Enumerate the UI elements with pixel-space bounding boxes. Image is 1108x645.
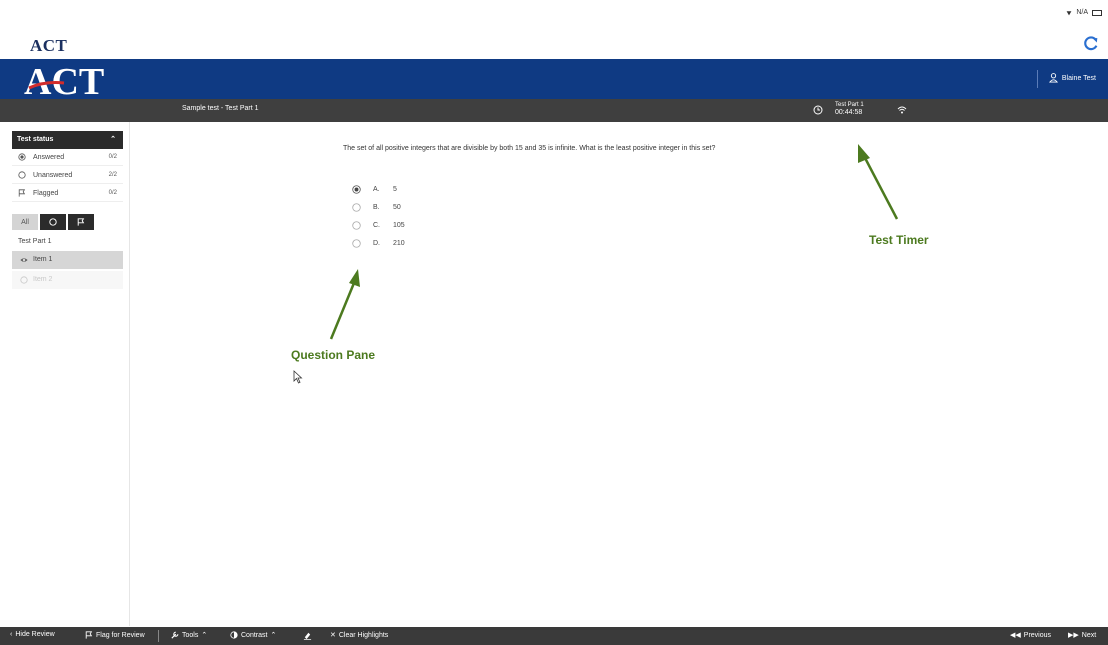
- status-unanswered[interactable]: Unanswered 2/2: [12, 168, 123, 184]
- item-label: Item 1: [33, 256, 53, 263]
- battery-icon: [1092, 9, 1102, 16]
- previous-label: Previous: [1023, 631, 1052, 639]
- circle-icon: [49, 218, 57, 226]
- timer-part-label: Test Part 1: [835, 102, 864, 108]
- header-separator: [1037, 70, 1038, 88]
- system-status: N/A: [1066, 9, 1102, 16]
- answer-option-d[interactable]: D. 210: [352, 238, 432, 250]
- timer-value: 00:44:58: [835, 109, 863, 116]
- wifi-icon: [897, 106, 907, 114]
- status-count: 0/2: [108, 154, 117, 160]
- answer-option-a[interactable]: A. 5: [352, 184, 432, 196]
- option-value: 5: [393, 186, 397, 193]
- status-flagged[interactable]: Flagged 0/2: [12, 186, 123, 202]
- refresh-icon[interactable]: [1082, 34, 1100, 52]
- bottom-toolbar: ‹ Hide Review Flag for Review Tools ⌃ Co…: [0, 627, 1108, 645]
- question-prompt: The set of all positive integers that ar…: [343, 145, 716, 152]
- status-answered[interactable]: Answered 0/2: [12, 150, 123, 166]
- test-status-header[interactable]: Test status ⌃: [12, 131, 123, 149]
- radio-empty-icon[interactable]: [352, 203, 361, 212]
- act-logo-text: ACT: [24, 61, 104, 99]
- radio-empty-icon[interactable]: [352, 221, 361, 230]
- item-label: Item 2: [33, 276, 53, 283]
- mouse-cursor-icon: [293, 370, 303, 384]
- item-filter-group: All: [12, 214, 94, 230]
- option-value: 50: [393, 204, 401, 211]
- option-value: 105: [393, 222, 405, 229]
- status-label: Flagged: [33, 190, 59, 197]
- question-annotation-arrow: [329, 269, 360, 340]
- status-count: 0/2: [108, 190, 117, 196]
- test-title-bar: Sample test - Test Part 1 Test Part 1 00…: [0, 99, 1108, 122]
- fast-forward-icon: ▶▶: [1068, 632, 1079, 639]
- user-icon: [1048, 73, 1058, 83]
- tools-label: Tools: [182, 631, 199, 639]
- timer-annotation-arrow: [858, 144, 899, 220]
- test-part-label: Test Part 1: [18, 238, 52, 245]
- chevron-left-icon: ‹: [10, 631, 13, 638]
- flag-icon: [85, 631, 93, 639]
- radio-empty-icon: [18, 171, 26, 179]
- wifi-signal-icon: [1066, 10, 1072, 15]
- contrast-button[interactable]: Contrast ⌃: [230, 631, 276, 639]
- rewind-icon: ◀◀: [1010, 632, 1021, 639]
- test-title: Sample test - Test Part 1: [182, 105, 259, 112]
- hide-review-label: Hide Review: [15, 631, 55, 638]
- radio-filled-icon: [18, 153, 26, 161]
- radio-empty-icon[interactable]: [352, 239, 361, 248]
- answer-option-c[interactable]: C. 105: [352, 220, 432, 232]
- clock-icon: [813, 105, 823, 115]
- next-label: Next: [1081, 631, 1097, 639]
- flag-icon: [18, 189, 26, 197]
- status-label: Unanswered: [33, 172, 73, 179]
- option-letter: B.: [373, 204, 380, 211]
- contrast-label: Contrast: [241, 631, 268, 639]
- next-button[interactable]: ▶▶ Next: [1068, 631, 1097, 640]
- wrench-icon: [171, 631, 179, 639]
- user-name: Blaine Test: [1061, 74, 1096, 82]
- clear-highlights-button[interactable]: ✕ Clear Highlights: [330, 631, 389, 640]
- radio-selected-icon[interactable]: [352, 185, 361, 194]
- item-row-1[interactable]: Item 1: [12, 251, 123, 269]
- filter-all-button[interactable]: All: [12, 214, 38, 230]
- test-timer-annotation: Test Timer: [869, 233, 929, 247]
- option-value: 210: [393, 240, 405, 247]
- toolbar-separator: [158, 630, 159, 642]
- status-label: Answered: [33, 154, 65, 161]
- chevron-up-icon: ⌃: [201, 632, 208, 639]
- option-letter: D.: [373, 240, 380, 247]
- contrast-icon: [230, 631, 238, 639]
- flag-for-review-label: Flag for Review: [96, 631, 145, 639]
- act-logo: ACT: [24, 61, 104, 99]
- eye-icon: [20, 258, 28, 262]
- system-strip: N/A ACT: [0, 0, 1108, 58]
- previous-button[interactable]: ◀◀ Previous: [1010, 631, 1052, 640]
- item-row-2[interactable]: Item 2: [12, 271, 123, 289]
- hide-review-button[interactable]: ‹ Hide Review: [10, 631, 55, 638]
- brand-header: [0, 59, 1108, 99]
- answer-option-b[interactable]: B. 50: [352, 202, 432, 214]
- chevron-up-icon: ⌃: [270, 632, 277, 639]
- user-menu[interactable]: Blaine Test: [1048, 73, 1096, 83]
- review-panel: Test status ⌃ Answered 0/2 Unanswered 2/…: [0, 122, 130, 626]
- filter-unanswered-button[interactable]: [40, 214, 66, 230]
- flag-icon: [77, 218, 85, 226]
- radio-empty-icon: [20, 276, 28, 284]
- network-status-text: N/A: [1076, 9, 1088, 16]
- close-icon: ✕: [330, 632, 336, 639]
- highlighter-icon: [303, 632, 312, 640]
- small-act-logo: ACT: [30, 36, 68, 55]
- test-timer: Test Part 1 00:44:58: [835, 101, 864, 117]
- clear-highlights-label: Clear Highlights: [338, 631, 389, 639]
- highlighter-button[interactable]: [303, 631, 312, 640]
- filter-flagged-button[interactable]: [68, 214, 94, 230]
- tools-button[interactable]: Tools ⌃: [171, 631, 207, 639]
- chevron-up-icon: ⌃: [110, 136, 116, 143]
- option-letter: C.: [373, 222, 380, 229]
- status-count: 2/2: [108, 172, 117, 178]
- flag-for-review-button[interactable]: Flag for Review: [85, 631, 145, 639]
- option-letter: A.: [373, 186, 380, 193]
- test-status-title: Test status: [17, 136, 54, 143]
- question-pane-annotation: Question Pane: [291, 348, 376, 362]
